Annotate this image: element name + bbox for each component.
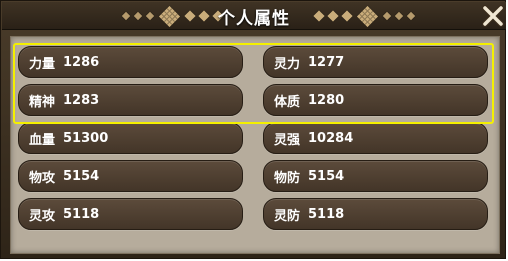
- diamond-ornament-icon: [327, 10, 339, 22]
- stat-value: 5118: [63, 206, 100, 222]
- title-bar: 个人属性: [2, 2, 506, 30]
- stat-label: 灵强: [274, 132, 301, 148]
- close-button[interactable]: [479, 3, 507, 29]
- stat-spirit-power: 灵力 1277: [263, 46, 488, 78]
- stat-mind: 精神 1283: [18, 84, 243, 116]
- stat-value: 1277: [308, 54, 345, 70]
- stat-spirit-attack: 灵攻 5118: [18, 198, 243, 230]
- stat-label: 血量: [29, 132, 56, 148]
- window-title: 个人属性: [218, 9, 290, 29]
- diamond-ornament-icon: [313, 10, 325, 22]
- title-ornament-right: [312, 5, 417, 27]
- stat-label: 体质: [274, 94, 301, 110]
- stat-value: 1283: [63, 92, 100, 108]
- stat-spirit-strength: 灵强 10284: [263, 122, 488, 154]
- stat-physical-defense: 物防 5154: [263, 160, 488, 192]
- stat-label: 灵力: [274, 56, 301, 72]
- stat-label: 物防: [274, 170, 301, 186]
- stat-value: 51300: [63, 130, 109, 146]
- close-x-icon: [482, 5, 504, 27]
- stat-label: 力量: [29, 56, 56, 72]
- stats-grid: 力量 1286 灵力 1277 精神 1283 体质 1280 血量 51300…: [18, 46, 490, 246]
- stat-hp: 血量 51300: [18, 122, 243, 154]
- stat-constitution: 体质 1280: [263, 84, 488, 116]
- stat-value: 5154: [308, 168, 345, 184]
- stat-value: 1286: [63, 54, 100, 70]
- stat-value: 10284: [308, 130, 354, 146]
- stat-label: 精神: [29, 94, 56, 110]
- diamond-ornament-icon: [341, 10, 353, 22]
- stat-label: 物攻: [29, 170, 56, 186]
- stat-value: 1280: [308, 92, 345, 108]
- stat-label: 灵防: [274, 208, 301, 224]
- stat-value: 5154: [63, 168, 100, 184]
- stat-value: 5118: [308, 206, 345, 222]
- diamond-ornament-icon: [382, 11, 392, 21]
- lattice-diamond-icon: [356, 5, 379, 27]
- stat-label: 灵攻: [29, 208, 56, 224]
- stat-strength: 力量 1286: [18, 46, 243, 78]
- diamond-ornament-icon: [394, 11, 404, 21]
- diamond-ornament-icon: [406, 11, 416, 21]
- stat-physical-attack: 物攻 5154: [18, 160, 243, 192]
- stat-spirit-defense: 灵防 5118: [263, 198, 488, 230]
